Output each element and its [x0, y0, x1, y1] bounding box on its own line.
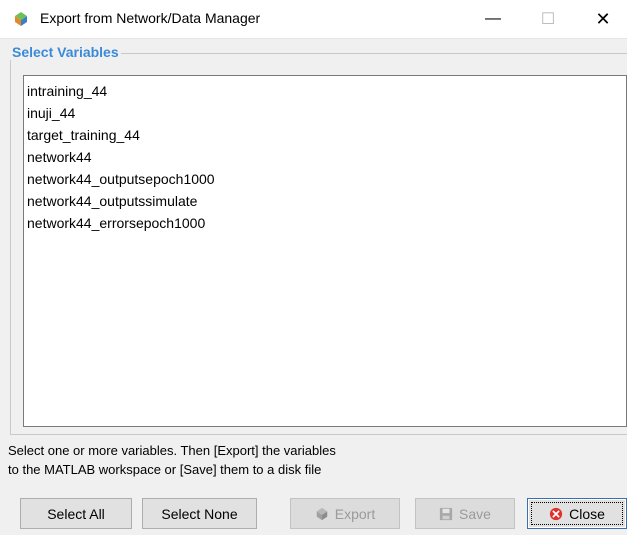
list-item[interactable]: network44_errorsepoch1000 [24, 212, 626, 234]
minimize-icon: — [485, 10, 501, 27]
list-item[interactable]: network44_outputssimulate [24, 190, 626, 212]
variables-list[interactable]: intraining_44 inuji_44 target_training_4… [23, 75, 627, 427]
export-button[interactable]: Export [290, 498, 400, 529]
list-item[interactable]: network44 [24, 146, 626, 168]
save-label: Save [459, 505, 491, 522]
maximize-button[interactable]: ☐ [525, 0, 571, 38]
minimize-button[interactable]: — [470, 0, 516, 38]
help-line-2: to the MATLAB workspace or [Save] them t… [8, 462, 322, 477]
help-line-1: Select one or more variables. Then [Expo… [8, 443, 336, 458]
app-icon [15, 12, 27, 26]
select-all-button[interactable]: Select All [20, 498, 132, 529]
title-bar: Export from Network/Data Manager — ☐ ✕ [0, 0, 627, 39]
close-window-button[interactable]: ✕ [580, 0, 626, 38]
help-text: Select one or more variables. Then [Expo… [8, 441, 336, 479]
select-all-label: Select All [47, 505, 105, 522]
close-circle-icon [549, 507, 563, 520]
select-none-button[interactable]: Select None [142, 498, 257, 529]
export-icon [316, 507, 328, 520]
group-title: Select Variables [10, 44, 121, 60]
list-item[interactable]: inuji_44 [24, 102, 626, 124]
list-item[interactable]: target_training_44 [24, 124, 626, 146]
close-label: Close [569, 505, 605, 522]
maximize-icon: ☐ [540, 11, 556, 28]
close-button[interactable]: Close [527, 498, 627, 529]
close-icon: ✕ [595, 8, 611, 29]
export-label: Export [334, 505, 376, 522]
list-item[interactable]: network44_outputsepoch1000 [24, 168, 626, 190]
save-button[interactable]: Save [415, 498, 515, 529]
window-title: Export from Network/Data Manager [40, 10, 261, 26]
select-none-label: Select None [161, 505, 238, 522]
list-item[interactable]: intraining_44 [24, 80, 626, 102]
save-icon [439, 507, 453, 520]
